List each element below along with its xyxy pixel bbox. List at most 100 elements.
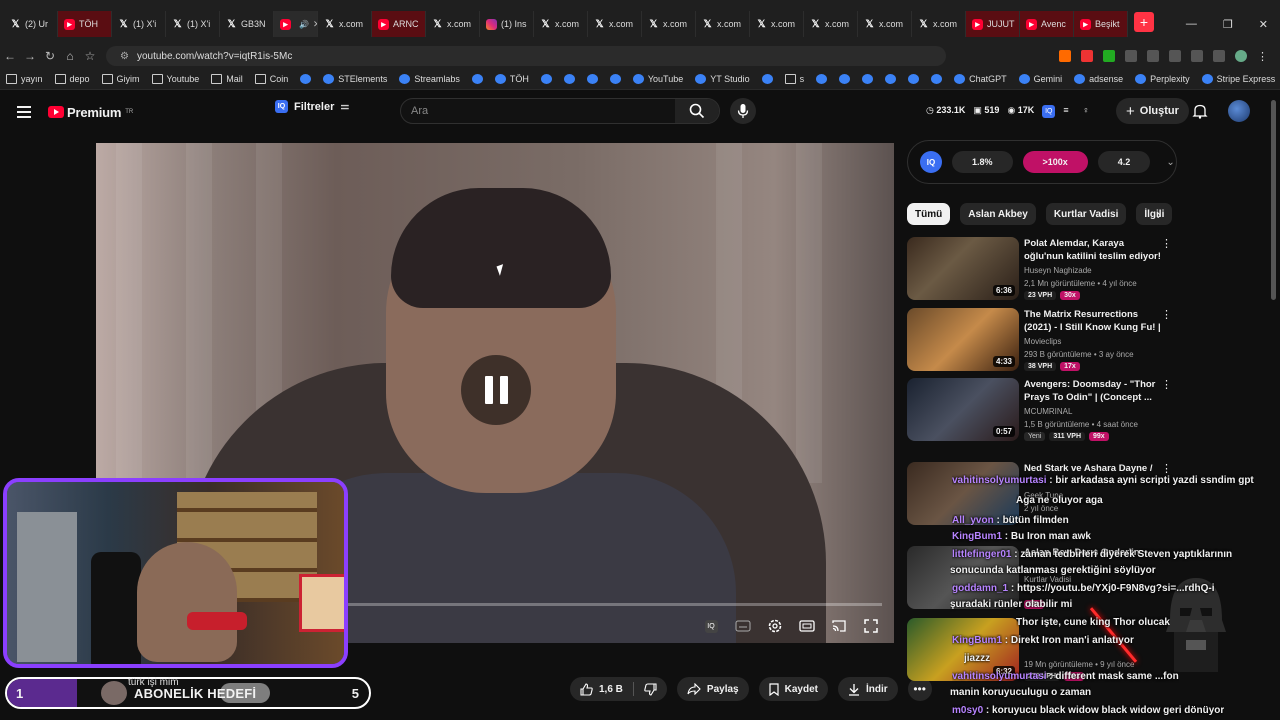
more-options-icon[interactable]: ⋮ <box>1161 308 1172 321</box>
channel-name[interactable]: Huseyn Naghizade <box>1024 266 1092 275</box>
create-button[interactable]: + Oluştur <box>1116 98 1189 124</box>
browser-tab[interactable]: 𝕏 GB3N <box>220 11 274 37</box>
iq-metric-1[interactable]: 1.8% <box>952 151 1013 173</box>
achievement-icon[interactable]: ♀ <box>1083 105 1090 118</box>
bookmark-item[interactable]: Giyim <box>101 73 140 84</box>
bookmark-item[interactable] <box>761 73 773 84</box>
list-icon[interactable]: ≡ <box>1063 105 1068 118</box>
extension-icon[interactable] <box>1103 49 1115 62</box>
video-title[interactable]: The Matrix Resurrections (2021) - I Stil… <box>1024 308 1162 334</box>
browser-tab[interactable]: ▸ TÖH <box>58 11 112 37</box>
browser-tab[interactable]: 𝕏x.com <box>588 11 642 37</box>
extension-icon[interactable] <box>1059 49 1071 62</box>
filters-button[interactable]: IQ Filtreler ⚌ <box>275 100 349 113</box>
reload-icon[interactable]: ↻ <box>40 49 60 63</box>
bookmark-item[interactable] <box>609 73 621 84</box>
thumbs-down-icon[interactable] <box>644 682 657 696</box>
video-thumbnail[interactable]: 4:33 <box>907 308 1019 371</box>
channel-name[interactable]: Movieclips <box>1024 337 1061 346</box>
video-recommendation[interactable]: 6:36 Polat Alemdar, Karaya oğlu'nun katil… <box>907 237 1172 303</box>
home-icon[interactable]: ⌂ <box>60 49 80 63</box>
progress-bar[interactable] <box>346 603 882 606</box>
miniplayer-icon[interactable] <box>798 617 816 635</box>
search-input[interactable]: Ara <box>400 98 720 124</box>
browser-tab[interactable]: 𝕏 (2) Ur <box>4 11 58 37</box>
browser-tab[interactable]: 𝕏x.com <box>858 11 912 37</box>
bookmark-item[interactable]: ChatGPT <box>954 73 1007 84</box>
bookmark-item[interactable]: Perplexity <box>1135 73 1190 84</box>
site-info-icon[interactable]: ⚙ <box>120 51 129 62</box>
url-field[interactable]: ⚙ youtube.com/watch?v=iqtR1is-5Mc <box>106 46 946 66</box>
browser-tab[interactable]: 𝕏 (1) X'i <box>166 11 220 37</box>
bookmark-item[interactable]: YT Studio <box>695 73 750 84</box>
download-button[interactable]: İndir <box>837 677 898 701</box>
bookmark-item[interactable] <box>908 73 920 84</box>
bookmark-star-icon[interactable]: ☆ <box>80 49 100 63</box>
bookmark-item[interactable] <box>862 73 874 84</box>
browser-tab[interactable]: 𝕏x.com <box>750 11 804 37</box>
bookmark-item[interactable] <box>839 73 851 84</box>
bookmark-item[interactable] <box>931 73 943 84</box>
video-title[interactable]: Polat Alemdar, Karaya oğlu'nun katilini … <box>1024 237 1162 263</box>
like-button[interactable]: 1,6 B <box>580 682 623 696</box>
bookmark-item[interactable] <box>816 73 828 84</box>
bookmark-item[interactable] <box>300 73 312 84</box>
chevron-down-icon[interactable]: ⌄ <box>1166 157 1174 168</box>
back-icon[interactable]: ← <box>0 49 20 63</box>
minimize-icon[interactable]: — <box>1186 18 1197 31</box>
extension-icon[interactable] <box>1147 49 1159 62</box>
maximize-icon[interactable]: ❐ <box>1223 18 1233 31</box>
bookmark-item[interactable]: Streamlabs <box>399 73 460 84</box>
chat-username[interactable]: KingBum1 <box>952 635 1002 646</box>
chevron-right-icon[interactable]: › <box>1150 205 1168 223</box>
browser-tab[interactable]: ▸ JUJUT <box>966 11 1020 37</box>
bookmark-item[interactable]: depo <box>54 73 90 84</box>
iq-metric-2[interactable]: >100x <box>1022 151 1088 173</box>
share-button[interactable]: Paylaş <box>676 677 749 701</box>
youtube-premium-logo[interactable]: Premium TR <box>48 105 133 120</box>
bookmark-item[interactable] <box>586 73 598 84</box>
browser-tab[interactable]: (1) Ins <box>480 11 534 37</box>
chat-username[interactable]: vahitinsolyumurtasi <box>952 671 1046 682</box>
bookmark-item[interactable] <box>885 73 897 84</box>
video-thumbnail[interactable]: 6:36 <box>907 237 1019 300</box>
bookmark-item[interactable]: STElements <box>323 73 387 84</box>
notifications-bell-icon[interactable] <box>1192 103 1208 119</box>
close-window-icon[interactable]: ✕ <box>1259 18 1268 31</box>
video-title[interactable]: Avengers: Doomsday - "Thor Prays To Odin… <box>1024 378 1162 404</box>
guide-menu-icon[interactable] <box>17 106 31 118</box>
extension-icon[interactable] <box>1191 49 1203 62</box>
bookmark-item[interactable]: TÖH <box>494 73 529 84</box>
extension-icon[interactable] <box>1213 49 1225 62</box>
video-recommendation[interactable]: 4:33 The Matrix Resurrections (2021) - I … <box>907 308 1172 374</box>
extension-icon[interactable] <box>1125 49 1137 62</box>
browser-tab[interactable]: ▸ Beşikt <box>1074 11 1128 37</box>
iq-player-icon[interactable]: IQ <box>702 617 720 635</box>
browser-tab[interactable]: 𝕏x.com <box>318 11 372 37</box>
filter-chip[interactable]: Aslan Akbey <box>960 203 1036 225</box>
iq-icon[interactable]: IQ <box>1042 105 1056 118</box>
cast-icon[interactable] <box>830 617 848 635</box>
channel-name[interactable]: MCUMRINAL <box>1024 407 1072 416</box>
chat-username[interactable]: goddamn_1 <box>952 583 1008 594</box>
filter-chip[interactable]: Tümü <box>907 203 951 225</box>
iq-metric-3[interactable]: 4.2 <box>1097 151 1151 173</box>
bookmark-item[interactable]: adsense <box>1074 73 1123 84</box>
video-recommendation[interactable]: 0:57 Avengers: Doomsday - "Thor Prays To … <box>907 378 1172 444</box>
bookmark-item[interactable]: Mail <box>211 73 243 84</box>
bookmark-item[interactable]: Stripe Express <box>1201 73 1275 84</box>
search-button[interactable] <box>675 99 719 123</box>
extension-icon[interactable] <box>1169 49 1181 62</box>
browser-tab[interactable]: ▸ Avenc <box>1020 11 1074 37</box>
browser-tab[interactable]: ▸🔊✕ <box>274 11 318 37</box>
browser-tab[interactable]: 𝕏x.com <box>804 11 858 37</box>
more-options-icon[interactable]: ⋮ <box>1161 378 1172 391</box>
bookmark-item[interactable]: yayın <box>6 73 43 84</box>
forward-icon[interactable]: → <box>20 49 40 63</box>
pause-button[interactable] <box>461 355 531 425</box>
chat-username[interactable]: m0sy0 <box>952 705 983 716</box>
speaker-icon[interactable]: 🔊 <box>299 20 309 29</box>
browser-tab[interactable]: 𝕏x.com <box>534 11 588 37</box>
bookmark-item[interactable]: Youtube <box>151 73 199 84</box>
chat-username[interactable]: All_yvon <box>952 515 994 526</box>
